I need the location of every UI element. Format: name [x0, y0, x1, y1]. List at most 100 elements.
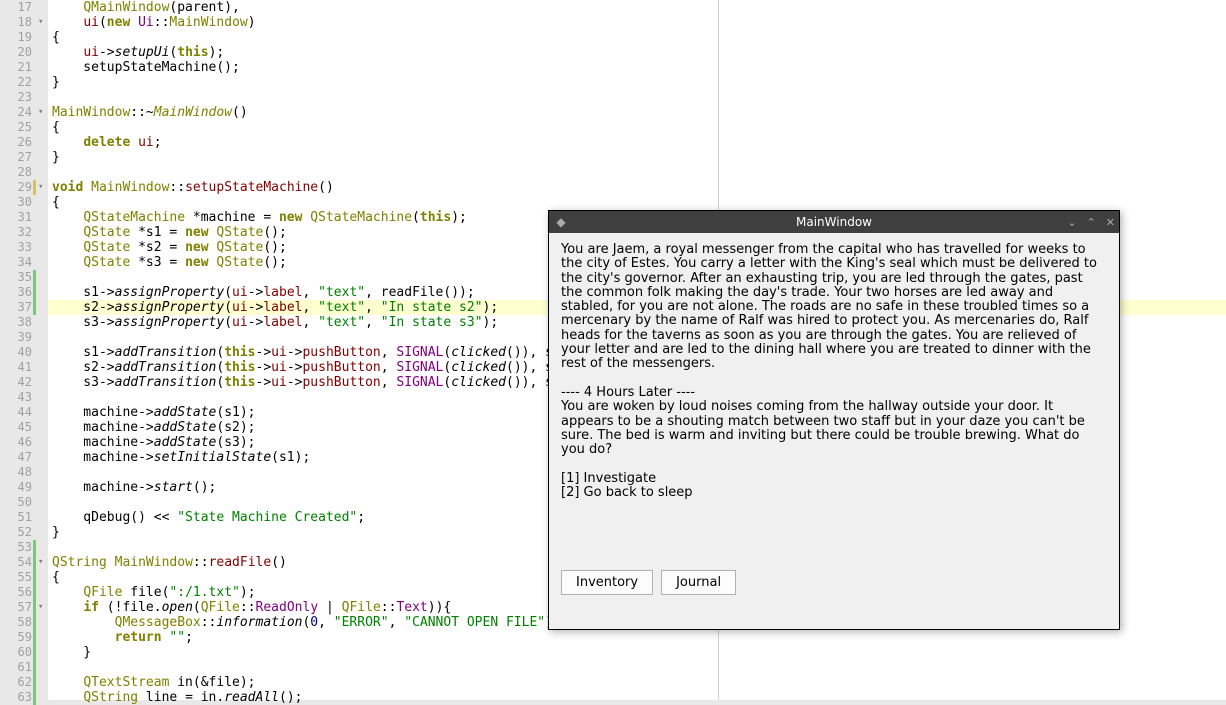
- code-line[interactable]: setupStateMachine();: [52, 60, 240, 75]
- line-number: 59: [0, 630, 32, 645]
- code-line[interactable]: QState *s1 = new QState();: [52, 225, 287, 240]
- change-marker: [33, 285, 36, 300]
- code-line[interactable]: QString MainWindow::readFile(): [52, 555, 287, 570]
- line-number: 37: [0, 300, 32, 315]
- code-line[interactable]: {: [52, 120, 60, 135]
- story-text: You are Jaem, a royal messenger from the…: [561, 243, 1107, 500]
- line-number: 33: [0, 240, 32, 255]
- change-marker: [33, 300, 36, 315]
- code-line[interactable]: {: [52, 195, 60, 210]
- line-number: 62: [0, 675, 32, 690]
- code-line[interactable]: s1->assignProperty(ui->label, "text", re…: [52, 285, 475, 300]
- code-line[interactable]: qDebug() << "State Machine Created";: [52, 510, 365, 525]
- change-marker: [33, 615, 36, 630]
- code-line[interactable]: machine->addState(s2);: [52, 420, 256, 435]
- code-line[interactable]: QMessageBox::information(0, "ERROR", "CA…: [52, 615, 561, 630]
- line-number: 25: [0, 120, 32, 135]
- fold-toggle-icon[interactable]: ▾: [38, 603, 46, 611]
- minimize-icon[interactable]: ⌄: [1065, 216, 1078, 229]
- code-line[interactable]: }: [52, 75, 60, 90]
- line-number: 44: [0, 405, 32, 420]
- code-line[interactable]: s2->addTransition(this->ui->pushButton, …: [52, 360, 576, 375]
- code-line[interactable]: delete ui;: [52, 135, 162, 150]
- code-line[interactable]: s2->assignProperty(ui->label, "text", "I…: [52, 300, 498, 315]
- close-icon[interactable]: ✕: [1104, 216, 1117, 229]
- line-number: 56: [0, 585, 32, 600]
- code-line[interactable]: ui(new Ui::MainWindow): [52, 15, 256, 30]
- code-line[interactable]: QState *s2 = new QState();: [52, 240, 287, 255]
- code-line[interactable]: {: [52, 570, 60, 585]
- line-number: 26: [0, 135, 32, 150]
- game-window[interactable]: ◆ MainWindow ⌄ ⌃ ✕ You are Jaem, a royal…: [548, 210, 1120, 630]
- code-line[interactable]: QState *s3 = new QState();: [52, 255, 287, 270]
- fold-toggle-icon[interactable]: ▾: [38, 183, 46, 191]
- game-body: You are Jaem, a royal messenger from the…: [549, 233, 1119, 609]
- change-marker: [33, 270, 36, 285]
- line-number: 29: [0, 180, 32, 195]
- code-line[interactable]: {: [52, 30, 60, 45]
- line-number: 31: [0, 210, 32, 225]
- code-line[interactable]: QString line = in.readAll();: [52, 690, 302, 705]
- change-marker: [33, 555, 36, 570]
- window-title: MainWindow: [549, 215, 1119, 229]
- line-number: 34: [0, 255, 32, 270]
- line-number: 48: [0, 465, 32, 480]
- code-line[interactable]: machine->addState(s3);: [52, 435, 256, 450]
- code-line[interactable]: machine->setInitialState(s1);: [52, 450, 310, 465]
- line-number: 21: [0, 60, 32, 75]
- code-line[interactable]: QFile file(":/1.txt");: [52, 585, 256, 600]
- code-line[interactable]: s1->addTransition(this->ui->pushButton, …: [52, 345, 576, 360]
- line-number: 19: [0, 30, 32, 45]
- titlebar[interactable]: ◆ MainWindow ⌄ ⌃ ✕: [549, 211, 1119, 233]
- line-number: 30: [0, 195, 32, 210]
- line-number: 38: [0, 315, 32, 330]
- change-marker: [33, 660, 36, 675]
- code-line[interactable]: void MainWindow::setupStateMachine(): [52, 180, 334, 195]
- change-marker: [33, 180, 36, 195]
- line-number: 61: [0, 660, 32, 675]
- code-line[interactable]: }: [52, 150, 60, 165]
- code-line[interactable]: ui->setupUi(this);: [52, 45, 224, 60]
- code-line[interactable]: MainWindow::~MainWindow(): [52, 105, 248, 120]
- line-number: 49: [0, 480, 32, 495]
- code-line[interactable]: machine->start();: [52, 480, 216, 495]
- code-line[interactable]: QStateMachine *machine = new QStateMachi…: [52, 210, 467, 225]
- change-marker: [33, 600, 36, 615]
- fold-toggle-icon[interactable]: ▾: [38, 558, 46, 566]
- code-line[interactable]: machine->addState(s1);: [52, 405, 256, 420]
- line-number: 45: [0, 420, 32, 435]
- app-icon: ◆: [553, 214, 569, 230]
- line-number: 27: [0, 150, 32, 165]
- line-number: 23: [0, 90, 32, 105]
- fold-toggle-icon[interactable]: ▾: [38, 108, 46, 116]
- line-number: 36: [0, 285, 32, 300]
- code-line[interactable]: s3->addTransition(this->ui->pushButton, …: [52, 375, 576, 390]
- change-marker: [33, 570, 36, 585]
- change-marker: [33, 585, 36, 600]
- line-number: 43: [0, 390, 32, 405]
- inventory-button[interactable]: Inventory: [561, 570, 653, 595]
- line-number: 50: [0, 495, 32, 510]
- change-marker: [33, 630, 36, 645]
- line-number: 52: [0, 525, 32, 540]
- code-line[interactable]: QMainWindow(parent),: [52, 0, 240, 15]
- line-number: 60: [0, 645, 32, 660]
- line-number: 22: [0, 75, 32, 90]
- line-number: 24: [0, 105, 32, 120]
- code-line[interactable]: s3->assignProperty(ui->label, "text", "I…: [52, 315, 498, 330]
- code-line[interactable]: }: [52, 525, 60, 540]
- code-line[interactable]: return "";: [52, 630, 193, 645]
- maximize-icon[interactable]: ⌃: [1085, 216, 1098, 229]
- line-number: 54: [0, 555, 32, 570]
- code-line[interactable]: QTextStream in(&file);: [52, 675, 256, 690]
- code-line[interactable]: if (!file.open(QFile::ReadOnly | QFile::…: [52, 600, 451, 615]
- line-number: 40: [0, 345, 32, 360]
- line-number: 51: [0, 510, 32, 525]
- fold-toggle-icon[interactable]: ▾: [38, 18, 46, 26]
- change-marker: [33, 540, 36, 555]
- journal-button[interactable]: Journal: [661, 570, 736, 595]
- line-number: 55: [0, 570, 32, 585]
- line-number: 18: [0, 15, 32, 30]
- line-number: 42: [0, 375, 32, 390]
- code-line[interactable]: }: [52, 645, 91, 660]
